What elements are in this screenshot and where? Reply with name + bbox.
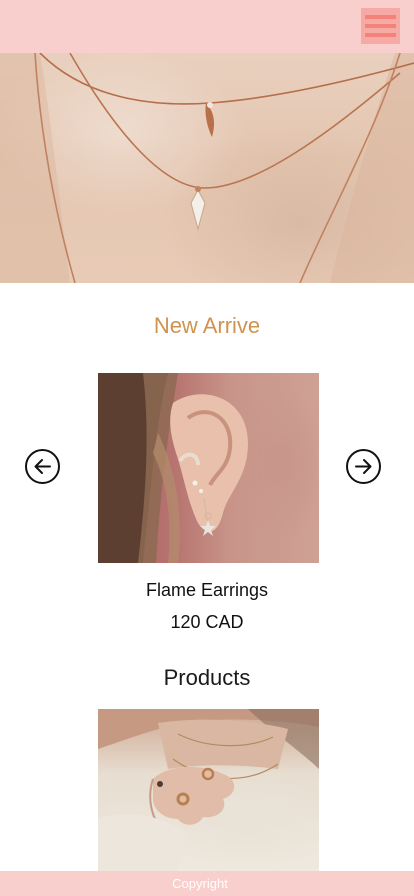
necklace-illustration bbox=[0, 53, 414, 283]
menu-bar bbox=[365, 15, 396, 19]
ear-illustration bbox=[98, 373, 248, 563]
new-arrive-title: New Arrive bbox=[153, 313, 261, 338]
product-price: 120 CAD bbox=[170, 612, 244, 632]
arrow-left-icon bbox=[34, 459, 51, 474]
footer: Copyright bbox=[0, 871, 414, 896]
copyright-text: Copyright bbox=[172, 876, 228, 891]
product-image-flame-earrings[interactable] bbox=[98, 373, 319, 563]
menu-bar bbox=[365, 33, 396, 37]
product-name[interactable]: Flame Earrings bbox=[0, 580, 414, 601]
top-bar bbox=[0, 0, 414, 53]
page: New Arrive Flame Earrings 120 CAD Produc… bbox=[0, 0, 414, 896]
hamburger-menu-button[interactable] bbox=[361, 8, 400, 44]
product-image-rings[interactable] bbox=[98, 709, 319, 871]
carousel-prev-button[interactable] bbox=[25, 449, 60, 484]
carousel-next-button[interactable] bbox=[346, 449, 381, 484]
hand-rings-illustration bbox=[98, 709, 319, 871]
menu-bar bbox=[365, 24, 396, 28]
products-title: Products bbox=[163, 665, 251, 690]
hero-image-necklace bbox=[0, 53, 414, 283]
arrow-right-icon bbox=[355, 459, 372, 474]
